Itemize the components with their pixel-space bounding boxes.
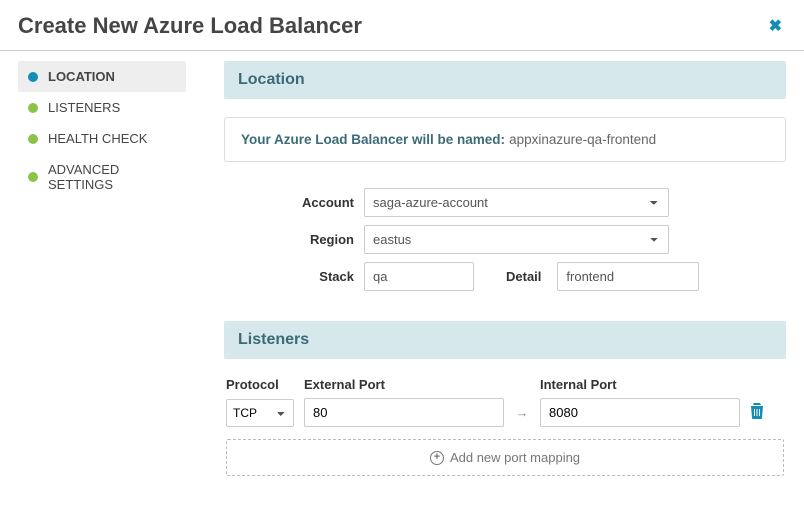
- dialog-body: LOCATION LISTENERS HEALTH CHECK ADVANCED…: [0, 51, 804, 512]
- name-preview-bar: Your Azure Load Balancer will be named: …: [224, 117, 786, 162]
- col-protocol-label: Protocol: [226, 377, 294, 392]
- row-account: Account saga-azure-account: [224, 188, 786, 217]
- account-select[interactable]: saga-azure-account: [364, 188, 669, 217]
- protocol-select[interactable]: TCP: [226, 399, 294, 427]
- section-location: Location Your Azure Load Balancer will b…: [224, 61, 786, 291]
- name-preview-label: Your Azure Load Balancer will be named:: [241, 132, 505, 147]
- section-header-location: Location: [224, 61, 786, 99]
- plus-icon: +: [430, 451, 444, 465]
- sidebar: LOCATION LISTENERS HEALTH CHECK ADVANCED…: [18, 61, 186, 502]
- row-region: Region eastus: [224, 225, 786, 254]
- detail-label: Detail: [506, 269, 541, 284]
- detail-input[interactable]: [557, 262, 699, 291]
- dialog-title: Create New Azure Load Balancer: [18, 13, 362, 39]
- add-port-mapping-button[interactable]: + Add new port mapping: [226, 439, 784, 476]
- account-label: Account: [224, 195, 354, 210]
- bullet-icon: [28, 72, 38, 82]
- bullet-icon: [28, 103, 38, 113]
- dialog-header: Create New Azure Load Balancer ✖: [0, 0, 804, 51]
- sidebar-item-label: LOCATION: [48, 69, 115, 84]
- close-icon[interactable]: ✖: [765, 12, 786, 40]
- row-stack-detail: Stack Detail: [224, 262, 786, 291]
- sidebar-item-label: HEALTH CHECK: [48, 131, 147, 146]
- stack-input[interactable]: [364, 262, 474, 291]
- sidebar-item-advanced-settings[interactable]: ADVANCED SETTINGS: [18, 154, 186, 200]
- arrow-icon: →: [514, 405, 530, 420]
- region-select[interactable]: eastus: [364, 225, 669, 254]
- listener-row: TCP →: [226, 398, 784, 427]
- sidebar-item-listeners[interactable]: LISTENERS: [18, 92, 186, 123]
- bullet-icon: [28, 172, 38, 182]
- trash-icon[interactable]: [750, 403, 764, 423]
- listeners-body: Protocol External Port Internal Port TCP…: [224, 377, 786, 476]
- bullet-icon: [28, 134, 38, 144]
- stack-label: Stack: [224, 269, 354, 284]
- region-label: Region: [224, 232, 354, 247]
- sidebar-item-location[interactable]: LOCATION: [18, 61, 186, 92]
- add-port-mapping-label: Add new port mapping: [450, 450, 580, 465]
- col-int-label: Internal Port: [540, 377, 740, 392]
- main-content: Location Your Azure Load Balancer will b…: [224, 61, 786, 502]
- sidebar-item-label: LISTENERS: [48, 100, 120, 115]
- sidebar-item-label: ADVANCED SETTINGS: [48, 162, 176, 192]
- col-ext-label: External Port: [304, 377, 504, 392]
- section-listeners: Listeners Protocol External Port Interna…: [224, 321, 786, 476]
- section-header-listeners: Listeners: [224, 321, 786, 359]
- internal-port-input[interactable]: [540, 398, 740, 427]
- sidebar-item-health-check[interactable]: HEALTH CHECK: [18, 123, 186, 154]
- external-port-input[interactable]: [304, 398, 504, 427]
- name-preview-value: appxinazure-qa-frontend: [509, 132, 656, 147]
- listeners-header-row: Protocol External Port Internal Port: [226, 377, 784, 392]
